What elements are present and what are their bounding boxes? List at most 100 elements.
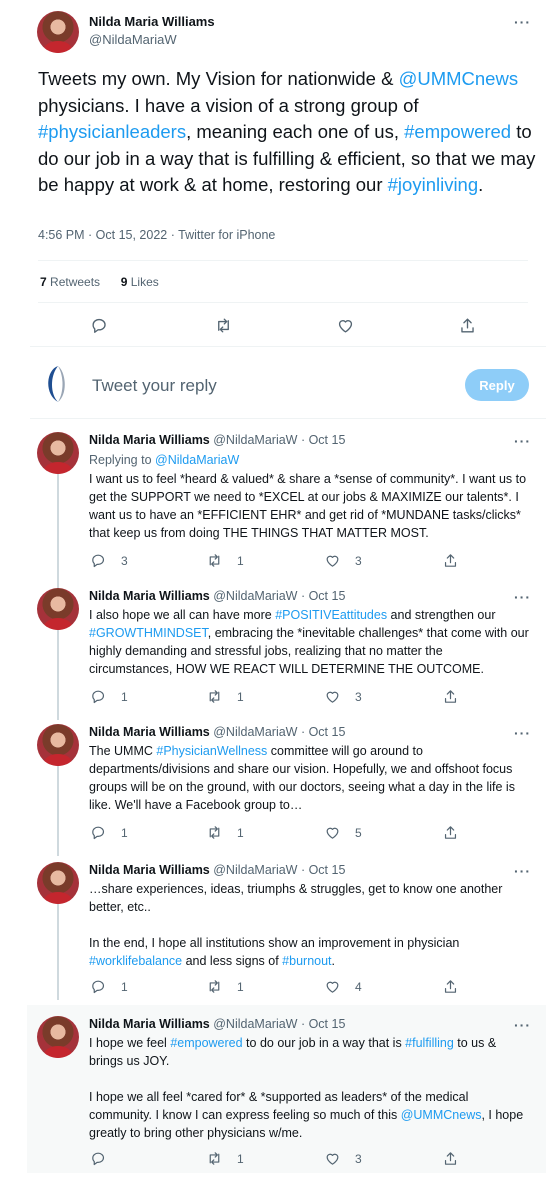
share-action[interactable] [442, 824, 459, 841]
tweet-text-segment: I hope we feel [89, 1036, 171, 1050]
reply-action[interactable] [90, 1150, 107, 1167]
reply-handle-date[interactable]: @NildaMariaW · Oct 15 [210, 433, 345, 447]
more-options-icon[interactable]: ··· [514, 589, 531, 605]
likes-stat[interactable]: 9 Likes [121, 275, 159, 289]
divider [30, 418, 546, 419]
more-options-icon[interactable]: ··· [514, 14, 531, 30]
more-options-icon[interactable]: ··· [514, 725, 531, 741]
reply-handle-date[interactable]: @NildaMariaW · Oct 15 [210, 1017, 345, 1031]
reply-action[interactable]: 1 [90, 978, 128, 995]
like-icon[interactable] [336, 316, 355, 335]
author-name[interactable]: Nilda Maria Williams [89, 14, 215, 29]
like-icon[interactable] [324, 552, 341, 569]
reply-icon[interactable] [90, 688, 107, 705]
reply-icon[interactable] [90, 316, 109, 335]
reply-header: Nilda Maria Williams @NildaMariaW · Oct … [89, 589, 345, 603]
hashtag-link[interactable]: #burnout [282, 954, 331, 968]
like-action[interactable]: 3 [324, 1150, 362, 1167]
divider [38, 260, 528, 261]
share-action[interactable] [442, 688, 459, 705]
share-action[interactable] [442, 552, 459, 569]
retweet-action[interactable]: 1 [206, 1150, 244, 1167]
reply-author-avatar[interactable] [37, 862, 79, 904]
retweet-action[interactable]: 1 [206, 824, 244, 841]
retweet-icon[interactable] [206, 824, 223, 841]
reply-author-name[interactable]: Nilda Maria Williams [89, 589, 210, 603]
reply-action[interactable]: 3 [90, 552, 128, 569]
retweet-icon[interactable] [214, 316, 233, 335]
share-icon[interactable] [442, 1150, 459, 1167]
hashtag-link[interactable]: #joyinliving [388, 174, 479, 195]
reply-handle-date[interactable]: @NildaMariaW · Oct 15 [210, 589, 345, 603]
reply-author-avatar[interactable] [37, 724, 79, 766]
reply-count: 1 [121, 979, 128, 994]
share-icon[interactable] [442, 978, 459, 995]
hashtag-link[interactable]: #PhysicianWellness [156, 744, 267, 758]
reply-author-name[interactable]: Nilda Maria Williams [89, 1017, 210, 1031]
reply-icon[interactable] [90, 1150, 107, 1167]
like-icon[interactable] [324, 824, 341, 841]
reply-author-avatar[interactable] [37, 1016, 79, 1058]
like-icon[interactable] [324, 688, 341, 705]
hashtag-link[interactable]: #physicianleaders [38, 121, 186, 142]
retweet-icon[interactable] [206, 978, 223, 995]
reply-action[interactable]: 1 [90, 824, 128, 841]
share-action[interactable] [442, 1150, 459, 1167]
retweet-icon[interactable] [206, 688, 223, 705]
mention-link[interactable]: @NildaMariaW [155, 453, 239, 467]
hashtag-link[interactable]: #POSITIVEattitudes [275, 608, 387, 622]
like-count: 3 [355, 689, 362, 704]
more-options-icon[interactable]: ··· [514, 863, 531, 879]
retweet-icon[interactable] [206, 552, 223, 569]
reply-count: 1 [121, 689, 128, 704]
reply-author-name[interactable]: Nilda Maria Williams [89, 433, 210, 447]
reply-icon[interactable] [90, 824, 107, 841]
reply-author-avatar[interactable] [37, 432, 79, 474]
replying-to: Replying to @NildaMariaW [89, 451, 529, 469]
retweet-action[interactable]: 1 [206, 688, 244, 705]
hashtag-link[interactable]: #GROWTHMINDSET [89, 626, 208, 640]
reply-input[interactable]: Tweet your reply [92, 376, 217, 396]
share-icon[interactable] [442, 688, 459, 705]
like-action[interactable]: 4 [324, 978, 362, 995]
reply-action[interactable]: 1 [90, 688, 128, 705]
retweet-action[interactable]: 1 [206, 978, 244, 995]
more-options-icon[interactable]: ··· [514, 1017, 531, 1033]
like-icon[interactable] [324, 1150, 341, 1167]
author-handle[interactable]: @NildaMariaW [89, 32, 177, 47]
reply-text: …share experiences, ideas, triumphs & st… [89, 880, 529, 970]
like-count: 3 [355, 1151, 362, 1166]
retweet-icon[interactable] [206, 1150, 223, 1167]
reply-author-avatar[interactable] [37, 588, 79, 630]
reply-handle-date[interactable]: @NildaMariaW · Oct 15 [210, 725, 345, 739]
mention-link[interactable]: @UMMCnews [401, 1108, 482, 1122]
hashtag-link[interactable]: #worklifebalance [89, 954, 182, 968]
author-avatar[interactable] [37, 11, 79, 53]
retweets-stat[interactable]: 7 Retweets [40, 275, 100, 289]
reply-header: Nilda Maria Williams @NildaMariaW · Oct … [89, 433, 345, 447]
reply-button[interactable]: Reply [465, 369, 529, 401]
reply-author-name[interactable]: Nilda Maria Williams [89, 725, 210, 739]
like-action[interactable]: 3 [324, 688, 362, 705]
tweet-timestamp[interactable]: 4:56 PM · Oct 15, 2022 · Twitter for iPh… [38, 228, 275, 242]
reply-header: Nilda Maria Williams @NildaMariaW · Oct … [89, 863, 345, 877]
like-action[interactable]: 3 [324, 552, 362, 569]
hashtag-link[interactable]: #empowered [170, 1036, 242, 1050]
hashtag-link[interactable]: #fulfilling [405, 1036, 454, 1050]
reply-icon[interactable] [90, 552, 107, 569]
divider [38, 302, 528, 303]
more-options-icon[interactable]: ··· [514, 433, 531, 449]
share-icon[interactable] [442, 824, 459, 841]
reply-handle-date[interactable]: @NildaMariaW · Oct 15 [210, 863, 345, 877]
tweet-stats: 7 Retweets 9 Likes [40, 275, 159, 289]
share-icon[interactable] [442, 552, 459, 569]
share-action[interactable] [442, 978, 459, 995]
reply-author-name[interactable]: Nilda Maria Williams [89, 863, 210, 877]
retweet-action[interactable]: 1 [206, 552, 244, 569]
share-icon[interactable] [458, 316, 477, 335]
mention-link[interactable]: @UMMCnews [399, 68, 519, 89]
like-icon[interactable] [324, 978, 341, 995]
reply-icon[interactable] [90, 978, 107, 995]
hashtag-link[interactable]: #empowered [404, 121, 511, 142]
like-action[interactable]: 5 [324, 824, 362, 841]
